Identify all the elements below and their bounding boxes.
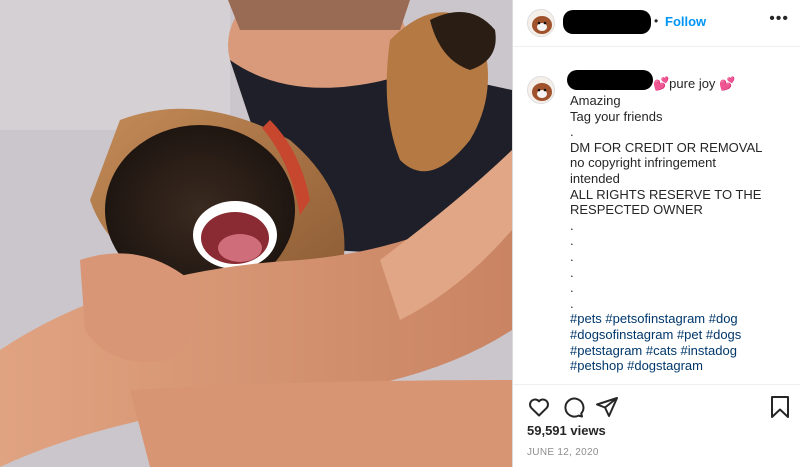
redacted-caption-username — [567, 70, 653, 90]
caption-line: . — [570, 217, 574, 233]
post-actions: 59,591 views JUNE 12, 2020 — [513, 384, 800, 468]
hashtag-line[interactable]: #pets #petsofinstagram #dog — [570, 311, 788, 327]
caption-line: RESPECTED OWNER — [570, 202, 703, 218]
caption-author-avatar[interactable] — [527, 76, 555, 104]
post-date: JUNE 12, 2020 — [527, 447, 599, 458]
caption-fade — [513, 370, 800, 384]
caption-line: intended — [570, 170, 620, 186]
more-options-icon[interactable]: ••• — [769, 11, 789, 27]
view-count[interactable]: 59,591 views — [527, 423, 606, 438]
post-header: • Follow ••• — [513, 0, 800, 47]
dog-avatar-icon — [528, 77, 554, 103]
caption-line: . — [570, 248, 574, 264]
caption-line: . — [570, 295, 574, 311]
hashtag-line[interactable]: #dogsofinstagram #pet #dogs — [570, 327, 788, 343]
separator-dot: • — [654, 14, 659, 28]
caption-line: . — [570, 233, 574, 249]
caption-title: 💕pure joy 💕 — [653, 76, 736, 91]
caption-line: DM FOR CREDIT OR REMOVAL — [570, 139, 763, 155]
caption-line: Amazing — [570, 93, 621, 108]
caption-line: ALL RIGHTS RESERVE TO THE — [570, 186, 762, 202]
caption-area: 💕pure joy 💕 Amazing Tag your friends . D… — [513, 48, 800, 384]
redacted-username — [563, 10, 651, 34]
heart-icon[interactable] — [527, 395, 551, 424]
caption-line: Tag your friends — [570, 108, 663, 124]
caption-line: . — [570, 280, 574, 296]
hashtag-line[interactable]: #petstagram #cats #instadog — [570, 343, 788, 359]
follow-button[interactable]: Follow — [665, 14, 706, 29]
author-avatar[interactable] — [527, 9, 555, 37]
comment-icon[interactable] — [561, 395, 585, 424]
caption-line: no copyright infringement — [570, 155, 716, 171]
video-frame — [0, 0, 512, 467]
dog-avatar-icon — [528, 10, 554, 36]
caption-line: . — [570, 124, 574, 140]
post-side-panel: • Follow ••• 💕pure joy 💕 Amazing Tag you… — [512, 0, 800, 467]
caption-body: Amazing Tag your friends . DM FOR CREDIT… — [570, 93, 788, 374]
post-media[interactable] — [0, 0, 512, 467]
caption-line: . — [570, 264, 574, 280]
share-icon[interactable] — [595, 395, 619, 424]
bookmark-icon[interactable] — [769, 395, 791, 424]
